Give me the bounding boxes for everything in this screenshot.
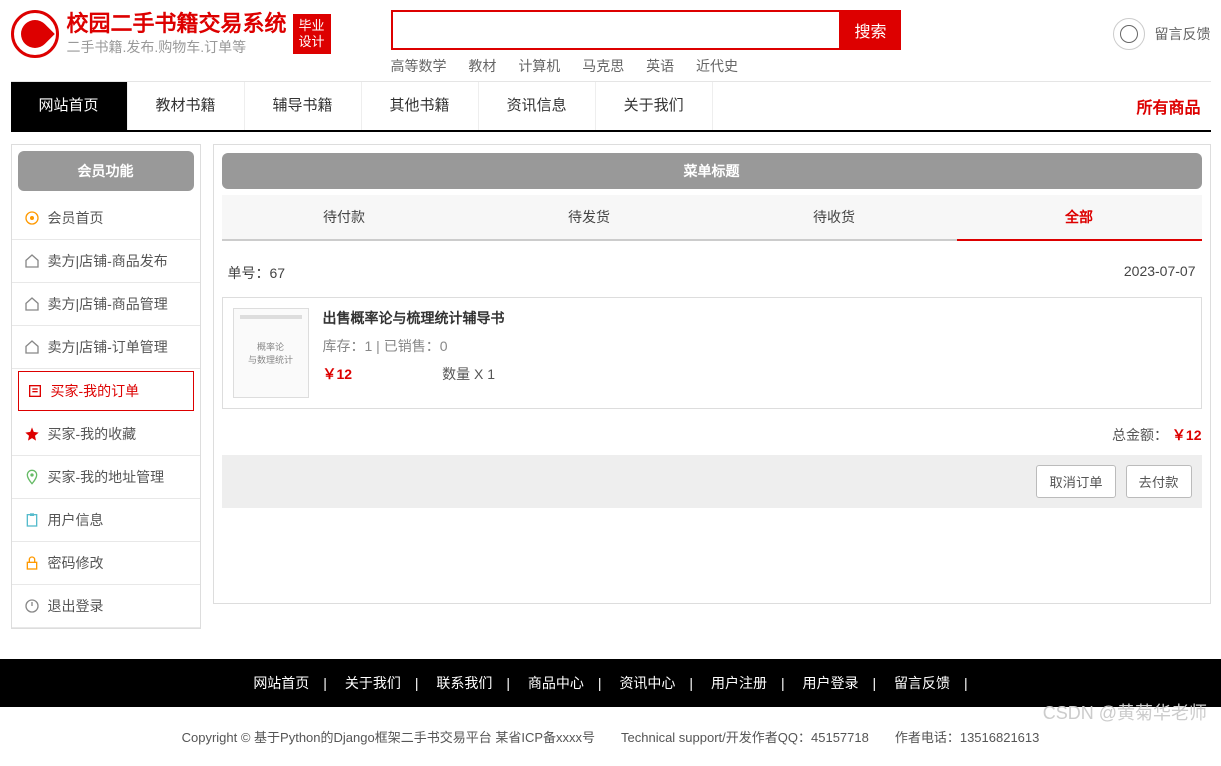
tag-link[interactable]: 高等数学 [391, 58, 447, 74]
order-number: 单号：67 [228, 263, 286, 283]
home-circle-icon [24, 210, 40, 226]
sidebar-item-my-orders[interactable]: 买家-我的订单 [18, 371, 194, 411]
nav-guide[interactable]: 辅导书籍 [245, 82, 362, 130]
nav-other[interactable]: 其他书籍 [362, 82, 479, 130]
headset-icon [1113, 18, 1145, 50]
footer-link[interactable]: 资讯中心 [619, 675, 675, 691]
power-icon [24, 598, 40, 614]
order-actions: 取消订单 去付款 [222, 455, 1202, 508]
footer-link[interactable]: 用户登录 [803, 675, 859, 691]
search-tags: 高等数学 教材 计算机 马克思 英语 近代史 [391, 56, 1113, 76]
sidebar: 会员功能 会员首页 卖方|店铺-商品发布 卖方|店铺-商品管理 卖方|店铺-订单… [11, 144, 201, 629]
sidebar-item-password[interactable]: 密码修改 [12, 542, 200, 585]
copyright: Copyright © 基于Python的Django框架二手书交易平台 某省I… [0, 707, 1221, 766]
book-qty: 数量 X 1 [442, 364, 495, 384]
tab-pending-ship[interactable]: 待发货 [467, 195, 712, 239]
nav-all-goods[interactable]: 所有商品 [1126, 82, 1210, 130]
book-title: 出售概率论与梳理统计辅导书 [323, 308, 1191, 328]
book-cover: 概率论 与数理统计 [233, 308, 309, 398]
order-card: 单号：67 2023-07-07 概率论 与数理统计 出售概率论与梳理统计辅导书… [222, 259, 1202, 508]
sidebar-item-seller-orders[interactable]: 卖方|店铺-订单管理 [12, 326, 200, 369]
clipboard-icon [24, 512, 40, 528]
nav-about[interactable]: 关于我们 [596, 82, 713, 130]
tab-all[interactable]: 全部 [957, 195, 1202, 239]
sidebar-title: 会员功能 [18, 151, 194, 191]
list-icon [27, 383, 43, 399]
badge: 毕业 设计 [293, 14, 331, 53]
sidebar-item-favorites[interactable]: 买家-我的收藏 [12, 413, 200, 456]
pay-button[interactable]: 去付款 [1126, 465, 1192, 498]
footer-link[interactable]: 商品中心 [528, 675, 584, 691]
search-button[interactable]: 搜索 [841, 10, 901, 50]
sidebar-item-logout[interactable]: 退出登录 [12, 585, 200, 628]
sidebar-item-home[interactable]: 会员首页 [12, 197, 200, 240]
cancel-order-button[interactable]: 取消订单 [1036, 465, 1115, 498]
lock-icon [24, 555, 40, 571]
footer-link[interactable]: 联系我们 [436, 675, 492, 691]
panel-title: 菜单标题 [222, 153, 1202, 189]
location-icon [24, 469, 40, 485]
footer-link[interactable]: 留言反馈 [894, 675, 950, 691]
order-total: 总金额： ￥12 [222, 425, 1202, 445]
star-icon [24, 426, 40, 442]
book-price: ￥12 [323, 364, 353, 384]
sidebar-item-publish[interactable]: 卖方|店铺-商品发布 [12, 240, 200, 283]
nav-news[interactable]: 资讯信息 [479, 82, 596, 130]
sidebar-item-address[interactable]: 买家-我的地址管理 [12, 456, 200, 499]
site-subtitle: 二手书籍.发布.购物车.订单等 [67, 37, 287, 57]
tab-pending-pay[interactable]: 待付款 [222, 195, 467, 239]
home-icon [24, 253, 40, 269]
tag-link[interactable]: 英语 [646, 58, 674, 74]
footer-link[interactable]: 关于我们 [345, 675, 401, 691]
tag-link[interactable]: 马克思 [582, 58, 624, 74]
logo: 校园二手书籍交易系统 二手书籍.发布.购物车.订单等 毕业 设计 [11, 10, 331, 58]
tag-link[interactable]: 计算机 [518, 58, 560, 74]
home-icon [24, 339, 40, 355]
tag-link[interactable]: 近代史 [696, 58, 738, 74]
content: 菜单标题 待付款 待发货 待收货 全部 单号：67 2023-07-07 概率论 [213, 144, 1211, 604]
nav-home[interactable]: 网站首页 [11, 82, 128, 130]
main-nav: 网站首页 教材书籍 辅导书籍 其他书籍 资讯信息 关于我们 所有商品 [11, 81, 1211, 132]
footer-nav: 网站首页 | 关于我们 | 联系我们 | 商品中心 | 资讯中心 | 用户注册 … [0, 659, 1221, 707]
order-tabs: 待付款 待发货 待收货 全部 [222, 195, 1202, 241]
tag-link[interactable]: 教材 [468, 58, 496, 74]
feedback-link[interactable]: 留言反馈 [1113, 18, 1211, 50]
sidebar-item-profile[interactable]: 用户信息 [12, 499, 200, 542]
sidebar-item-goods[interactable]: 卖方|店铺-商品管理 [12, 283, 200, 326]
logo-icon [11, 10, 59, 58]
order-date: 2023-07-07 [1124, 263, 1196, 283]
tab-pending-receive[interactable]: 待收货 [712, 195, 957, 239]
site-title: 校园二手书籍交易系统 [67, 11, 287, 37]
home-icon [24, 296, 40, 312]
footer-link[interactable]: 网站首页 [253, 675, 309, 691]
book-stock: 库存：1 | 已销售：0 [323, 336, 1191, 356]
search-input[interactable] [391, 10, 841, 50]
nav-textbook[interactable]: 教材书籍 [128, 82, 245, 130]
footer-link[interactable]: 用户注册 [711, 675, 767, 691]
